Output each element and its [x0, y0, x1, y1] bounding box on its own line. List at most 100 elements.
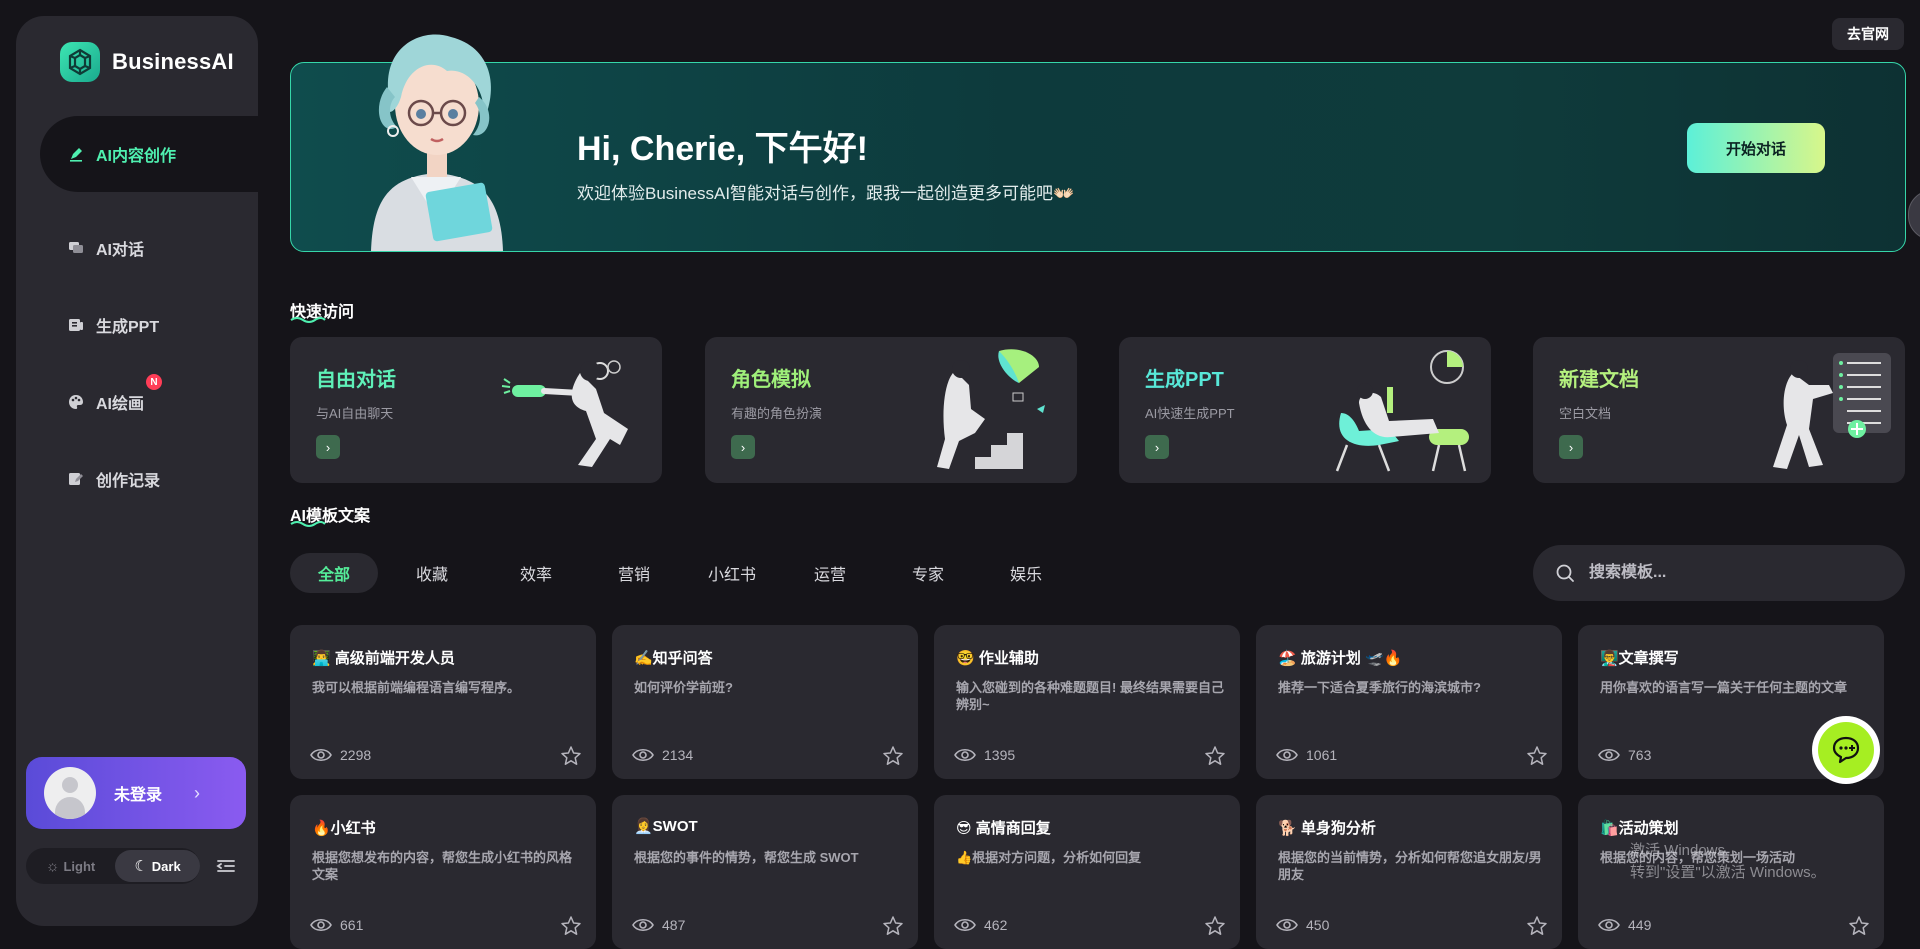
- quick-card-desc: AI快速生成PPT: [1145, 406, 1235, 421]
- login-status: 未登录: [114, 787, 163, 804]
- side-handle[interactable]: [1908, 190, 1920, 240]
- sidebar-item-label: 创作记录: [96, 473, 161, 490]
- template-card-title: 🏖️ 旅游计划 🛫🔥: [1278, 650, 1403, 667]
- template-card[interactable]: 😎 高情商回复 👍根据对方问题，分析如何回复 462: [934, 795, 1240, 949]
- view-count-value: 450: [1306, 917, 1330, 933]
- template-card[interactable]: 🐕 单身狗分析 根据您的当前情势，分析如何帮您追女朋友/男朋友 450: [1256, 795, 1562, 949]
- avatar: [44, 767, 96, 819]
- star-icon[interactable]: [1526, 915, 1548, 937]
- star-icon[interactable]: [1526, 745, 1548, 767]
- eye-icon: [1598, 918, 1620, 932]
- theme-dark-option[interactable]: ☾ Dark: [115, 850, 200, 882]
- chat-bubbles-icon: [68, 240, 84, 256]
- theme-light-label: Light: [63, 858, 96, 874]
- star-icon[interactable]: [1204, 745, 1226, 767]
- template-card-desc: 输入您碰到的各种难题题目! 最终结果需要自己辨别~: [956, 680, 1224, 712]
- sidebar-item-ai-chat[interactable]: AI对话: [16, 210, 258, 286]
- sidebar-item-ppt[interactable]: 生成PPT: [16, 287, 258, 363]
- eye-icon: [1276, 748, 1298, 762]
- tab-experts[interactable]: 专家: [888, 553, 968, 593]
- star-icon[interactable]: [882, 745, 904, 767]
- tab-marketing[interactable]: 营销: [594, 553, 674, 593]
- template-card-title: 👨‍💻 高级前端开发人员: [312, 650, 455, 667]
- star-icon[interactable]: [1204, 915, 1226, 937]
- theme-light-option[interactable]: ☼ Light: [28, 850, 113, 882]
- brand-logo[interactable]: BusinessAI: [60, 42, 234, 82]
- view-count: 2134: [632, 747, 693, 763]
- login-card[interactable]: 未登录 ›: [26, 757, 246, 829]
- star-icon[interactable]: [1848, 915, 1870, 937]
- template-card[interactable]: 👩‍💼SWOT 根据您的事件的情势，帮您生成 SWOT 487: [612, 795, 918, 949]
- eye-icon: [310, 918, 332, 932]
- template-card[interactable]: 🔥小红书 根据您想发布的内容，帮您生成小红书的风格文案 661: [290, 795, 596, 949]
- collapse-sidebar-icon[interactable]: [214, 854, 238, 878]
- watermark-line-2: 转到"设置"以激活 Windows。: [1630, 864, 1826, 881]
- quick-card-free-chat[interactable]: 自由对话 与AI自由聊天 ›: [290, 337, 662, 483]
- template-card-desc: 根据您想发布的内容，帮您生成小红书的风格文案: [312, 850, 573, 882]
- start-chat-button[interactable]: 开始对话: [1687, 123, 1825, 173]
- view-count: 449: [1598, 917, 1651, 933]
- sidebar-item-records[interactable]: 创作记录: [16, 441, 258, 517]
- quick-access-heading: 快速访问: [290, 298, 354, 323]
- chevron-right-icon[interactable]: ›: [1559, 435, 1583, 459]
- template-card[interactable]: 👨‍💻 高级前端开发人员 我可以根据前端编程语言编写程序。 2298: [290, 625, 596, 779]
- squiggle-underline-icon: [290, 521, 326, 527]
- view-count: 1061: [1276, 747, 1337, 763]
- template-card-desc: 👍根据对方问题，分析如何回复: [956, 850, 1142, 865]
- chevron-right-icon[interactable]: ›: [316, 435, 340, 459]
- sidebar-item-ai-paint[interactable]: AI绘画 N: [16, 364, 258, 440]
- view-count-value: 661: [340, 917, 364, 933]
- tab-entertainment[interactable]: 娱乐: [986, 553, 1066, 593]
- tab-efficiency[interactable]: 效率: [496, 553, 576, 593]
- welcome-banner: Hi, Cherie, 下午好! 欢迎体验BusinessAI智能对话与创作，跟…: [290, 34, 1906, 252]
- squiggle-underline-icon: [290, 317, 326, 323]
- template-card-title: ✍️知乎问答: [634, 650, 713, 667]
- eye-icon: [1276, 918, 1298, 932]
- view-count-value: 2134: [662, 747, 694, 763]
- eye-icon: [954, 748, 976, 762]
- chat-assistant-button[interactable]: [1812, 716, 1880, 784]
- quick-card-role-play[interactable]: 角色模拟 有趣的角色扮演 ›: [705, 337, 1077, 483]
- brand-knot-icon: [60, 42, 100, 82]
- template-card-title: 🛍️活动策划: [1600, 820, 1679, 837]
- quick-card-title: 角色模拟: [731, 369, 811, 391]
- chevron-right-icon[interactable]: ›: [731, 435, 755, 459]
- tab-xiaohongshu[interactable]: 小红书: [692, 553, 772, 593]
- template-card-desc: 推荐一下适合夏季旅行的海滨城市?: [1278, 680, 1481, 695]
- chevron-right-icon[interactable]: ›: [1145, 435, 1169, 459]
- template-card-title: 👩‍💼SWOT: [634, 818, 698, 835]
- edit-record-icon: [68, 471, 84, 487]
- quick-card-new-doc[interactable]: 新建文档 空白文档 ›: [1533, 337, 1905, 483]
- template-card-title: 😎 高情商回复: [956, 820, 1051, 837]
- official-site-button[interactable]: 去官网: [1832, 18, 1904, 50]
- template-card-desc: 根据您的事件的情势，帮您生成 SWOT: [634, 850, 859, 865]
- template-card-title: 🐕 单身狗分析: [1278, 820, 1376, 837]
- star-icon[interactable]: [882, 915, 904, 937]
- star-icon[interactable]: [560, 915, 582, 937]
- tab-operations[interactable]: 运营: [790, 553, 870, 593]
- tab-all[interactable]: 全部: [290, 553, 378, 593]
- quick-card-title: 新建文档: [1559, 369, 1639, 391]
- quick-card-ppt[interactable]: 生成PPT AI快速生成PPT ›: [1119, 337, 1491, 483]
- sidebar-item-label: AI绘画: [96, 396, 145, 413]
- presentation-icon: [68, 317, 84, 333]
- template-card-desc: 用你喜欢的语言写一篇关于任何主题的文章: [1600, 680, 1848, 695]
- template-card-desc: 如何评价学前班?: [634, 680, 733, 695]
- eye-icon: [310, 748, 332, 762]
- quick-card-desc: 有趣的角色扮演: [731, 406, 823, 421]
- template-card[interactable]: ✍️知乎问答 如何评价学前班? 2134: [612, 625, 918, 779]
- template-card[interactable]: 🏖️ 旅游计划 🛫🔥 推荐一下适合夏季旅行的海滨城市? 1061: [1256, 625, 1562, 779]
- star-icon[interactable]: [560, 745, 582, 767]
- chevron-right-icon: ›: [194, 782, 201, 803]
- templates-heading: AI模板文案: [290, 502, 370, 527]
- tab-favorites[interactable]: 收藏: [392, 553, 472, 593]
- sidebar-item-ai-content[interactable]: AI内容创作: [40, 116, 276, 192]
- eye-icon: [632, 748, 654, 762]
- search-input[interactable]: [1587, 563, 1891, 583]
- chat-person-illustration: [501, 360, 628, 467]
- eye-icon: [1598, 748, 1620, 762]
- template-card-desc: 根据您的当前情势，分析如何帮您追女朋友/男朋友: [1278, 850, 1542, 882]
- template-card[interactable]: 🤓 作业辅助 输入您碰到的各种难题题目! 最终结果需要自己辨别~ 1395: [934, 625, 1240, 779]
- quick-card-desc: 与AI自由聊天: [316, 406, 394, 421]
- view-count-value: 763: [1628, 747, 1652, 763]
